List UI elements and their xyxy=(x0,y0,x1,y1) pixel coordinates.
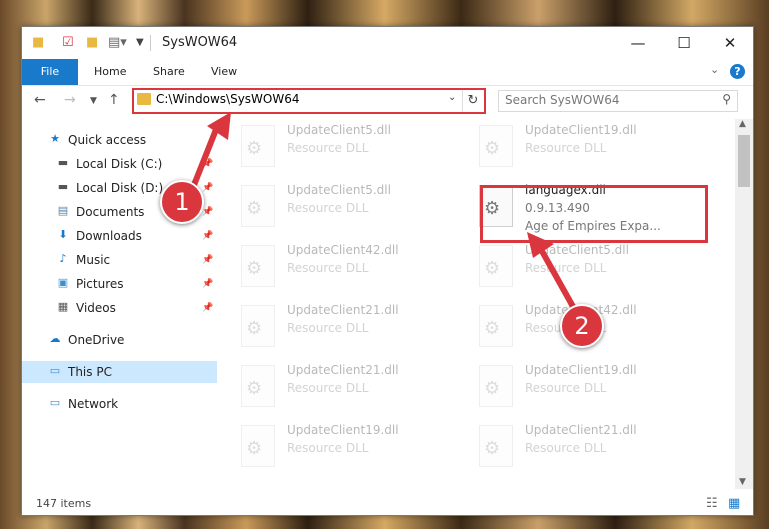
callout-2: 2 xyxy=(560,304,604,348)
callout-1: 1 xyxy=(160,180,204,224)
arrow-1 xyxy=(189,112,579,314)
